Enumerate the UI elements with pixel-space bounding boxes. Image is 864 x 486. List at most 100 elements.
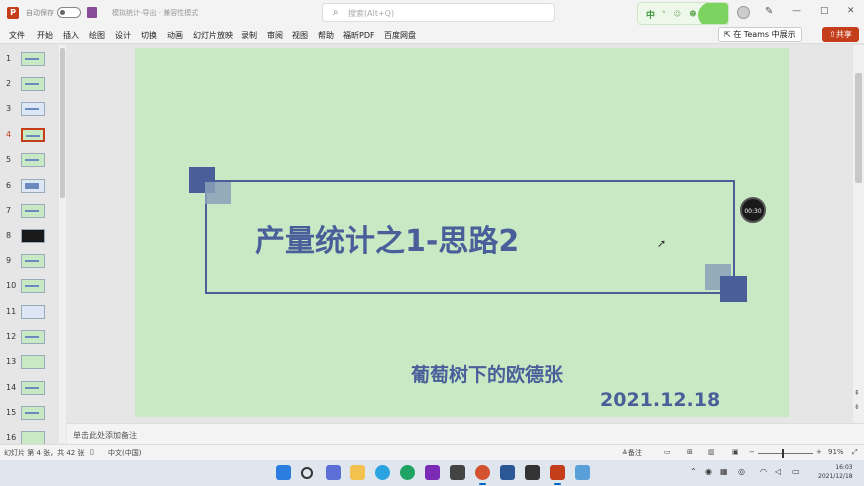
zoom-out-icon[interactable]: − [749,448,755,456]
notes-toggle-button[interactable]: ≙备注 [622,448,642,458]
present-in-teams-button[interactable]: ⇱ 在 Teams 中展示 [718,27,802,42]
share-button[interactable]: ⇧共享 [822,27,859,42]
thumbnail-image[interactable] [21,102,45,116]
reading-view-icon[interactable]: ▥ [708,448,715,456]
ime-mode-label[interactable]: 中 [646,8,655,21]
onenote-icon[interactable] [425,465,440,480]
thumbnail-image[interactable] [21,204,45,218]
ime-toolbar[interactable]: 中 ° ☺ ☻ [637,2,729,25]
tab-baidu-netdisk[interactable]: 百度网盘 [384,30,416,41]
thumbnail-item[interactable]: 13 [0,354,60,374]
thumbnail-item[interactable]: 3 [0,101,60,121]
thumbnail-item[interactable]: 12 [0,329,60,349]
zoom-level[interactable]: 91% [828,448,844,456]
save-icon[interactable] [87,7,97,18]
thumbnail-item[interactable]: 5 [0,152,60,172]
tray-ime-icon[interactable]: ▦ [720,467,728,476]
thumbnail-item-active[interactable]: 4 [0,127,60,147]
ime-tool-icons[interactable]: ° ☺ ☻ [662,10,700,18]
thumbnail-image[interactable] [21,330,45,344]
fit-to-window-icon[interactable]: ⤢ [852,448,858,457]
start-icon[interactable] [276,465,291,480]
tab-help[interactable]: 帮助 [318,30,334,41]
close-button[interactable]: ✕ [847,6,855,16]
widgets-icon[interactable] [326,465,341,480]
browser-icon[interactable] [400,465,415,480]
thumbnail-item[interactable]: 8 [0,228,60,248]
slide-author[interactable]: 葡萄树下的欧德张 [411,360,563,387]
tray-app-icon[interactable]: ◉ [705,467,712,476]
zoom-in-icon[interactable]: + [816,448,822,456]
thumbnail-item[interactable]: 7 [0,203,60,223]
maximize-button[interactable]: □ [820,6,829,16]
tab-transitions[interactable]: 切换 [141,30,157,41]
thumbnail-image[interactable] [21,305,45,319]
slide-scrollbar[interactable]: ⇞ ⇟ [853,45,864,423]
volume-icon[interactable]: ◁ [775,467,781,476]
thumbnail-image[interactable] [21,406,45,420]
tray-chevron-icon[interactable]: ⌃ [690,467,697,476]
thumbnail-image[interactable] [21,355,45,369]
battery-icon[interactable]: ▭ [792,467,800,476]
tab-home[interactable]: 开始 [37,30,53,41]
tab-slideshow[interactable]: 幻灯片放映 [193,30,233,41]
thumbnail-item[interactable]: 11 [0,304,60,324]
tab-draw[interactable]: 绘图 [89,30,105,41]
thumbnail-image[interactable] [21,128,45,142]
thumbnail-image[interactable] [21,279,45,293]
autosave-toggle[interactable] [57,7,81,18]
thumbnail-item[interactable]: 2 [0,76,60,96]
next-slide-icon[interactable]: ⇟ [854,403,860,411]
language-indicator[interactable]: 中文(中国) [108,448,141,458]
thumbnail-item[interactable]: 9 [0,253,60,273]
system-clock[interactable]: 16:03 2021/12/18 [818,463,853,481]
media-app-icon[interactable] [525,465,540,480]
thumbnail-image[interactable] [21,179,45,193]
tray-app-icon[interactable]: ◎ [738,467,745,476]
tab-design[interactable]: 设计 [115,30,131,41]
previous-slide-icon[interactable]: ⇞ [854,389,860,397]
thumbnail-image[interactable] [21,431,45,445]
scroll-thumb[interactable] [855,73,862,183]
tab-file[interactable]: 文件 [9,30,25,41]
powerpoint-icon[interactable] [475,465,490,485]
thumbnail-item[interactable]: 14 [0,380,60,400]
thumbnail-item[interactable]: 15 [0,405,60,425]
thumbnail-item[interactable]: 10 [0,278,60,298]
file-explorer-icon[interactable] [350,465,365,480]
search-input[interactable]: ⌕ 搜索(Alt+Q) [322,3,555,22]
thumbnail-image[interactable] [21,77,45,91]
thumbnail-image[interactable] [21,381,45,395]
pen-icon[interactable]: ✎ [765,6,773,17]
minimize-button[interactable]: — [792,6,801,16]
thumbnail-image[interactable] [21,153,45,167]
tab-foxit-pdf[interactable]: 福昕PDF [343,30,375,41]
slide-date[interactable]: 2021.12.18 [600,389,720,411]
thumbnail-item[interactable]: 6 [0,178,60,198]
zoom-slider[interactable] [758,449,813,458]
thumbnail-item[interactable]: 1 [0,51,60,71]
normal-view-icon[interactable]: ▭ [664,448,671,456]
accessibility-icon[interactable]: ▯ [90,448,94,456]
app-icon[interactable] [450,465,465,480]
thumbnail-image[interactable] [21,254,45,268]
search-icon[interactable] [301,467,313,479]
tab-insert[interactable]: 插入 [63,30,79,41]
thumbnail-scrollbar[interactable] [59,45,66,443]
tab-view[interactable]: 视图 [292,30,308,41]
wifi-icon[interactable]: ◠ [760,467,767,476]
tab-animations[interactable]: 动画 [167,30,183,41]
slide-sorter-icon[interactable]: ⊞ [687,448,693,456]
slide-title[interactable]: 产量统计之1-思路2 [255,216,519,260]
avatar[interactable] [737,6,750,19]
word-icon[interactable] [500,465,515,480]
thumbnail-image[interactable] [21,52,45,66]
screen-recorder-icon[interactable] [575,465,590,480]
notes-pane[interactable]: 单击此处添加备注 [67,423,864,444]
tab-record[interactable]: 录制 [241,30,257,41]
thumbnail-image[interactable] [21,229,45,243]
powerpoint-window-icon[interactable] [550,465,565,485]
tab-review[interactable]: 审阅 [267,30,283,41]
edge-icon[interactable] [375,465,390,480]
current-slide[interactable]: 产量统计之1-思路2 葡萄树下的欧德张 2021.12.18 ➚ [135,48,789,417]
